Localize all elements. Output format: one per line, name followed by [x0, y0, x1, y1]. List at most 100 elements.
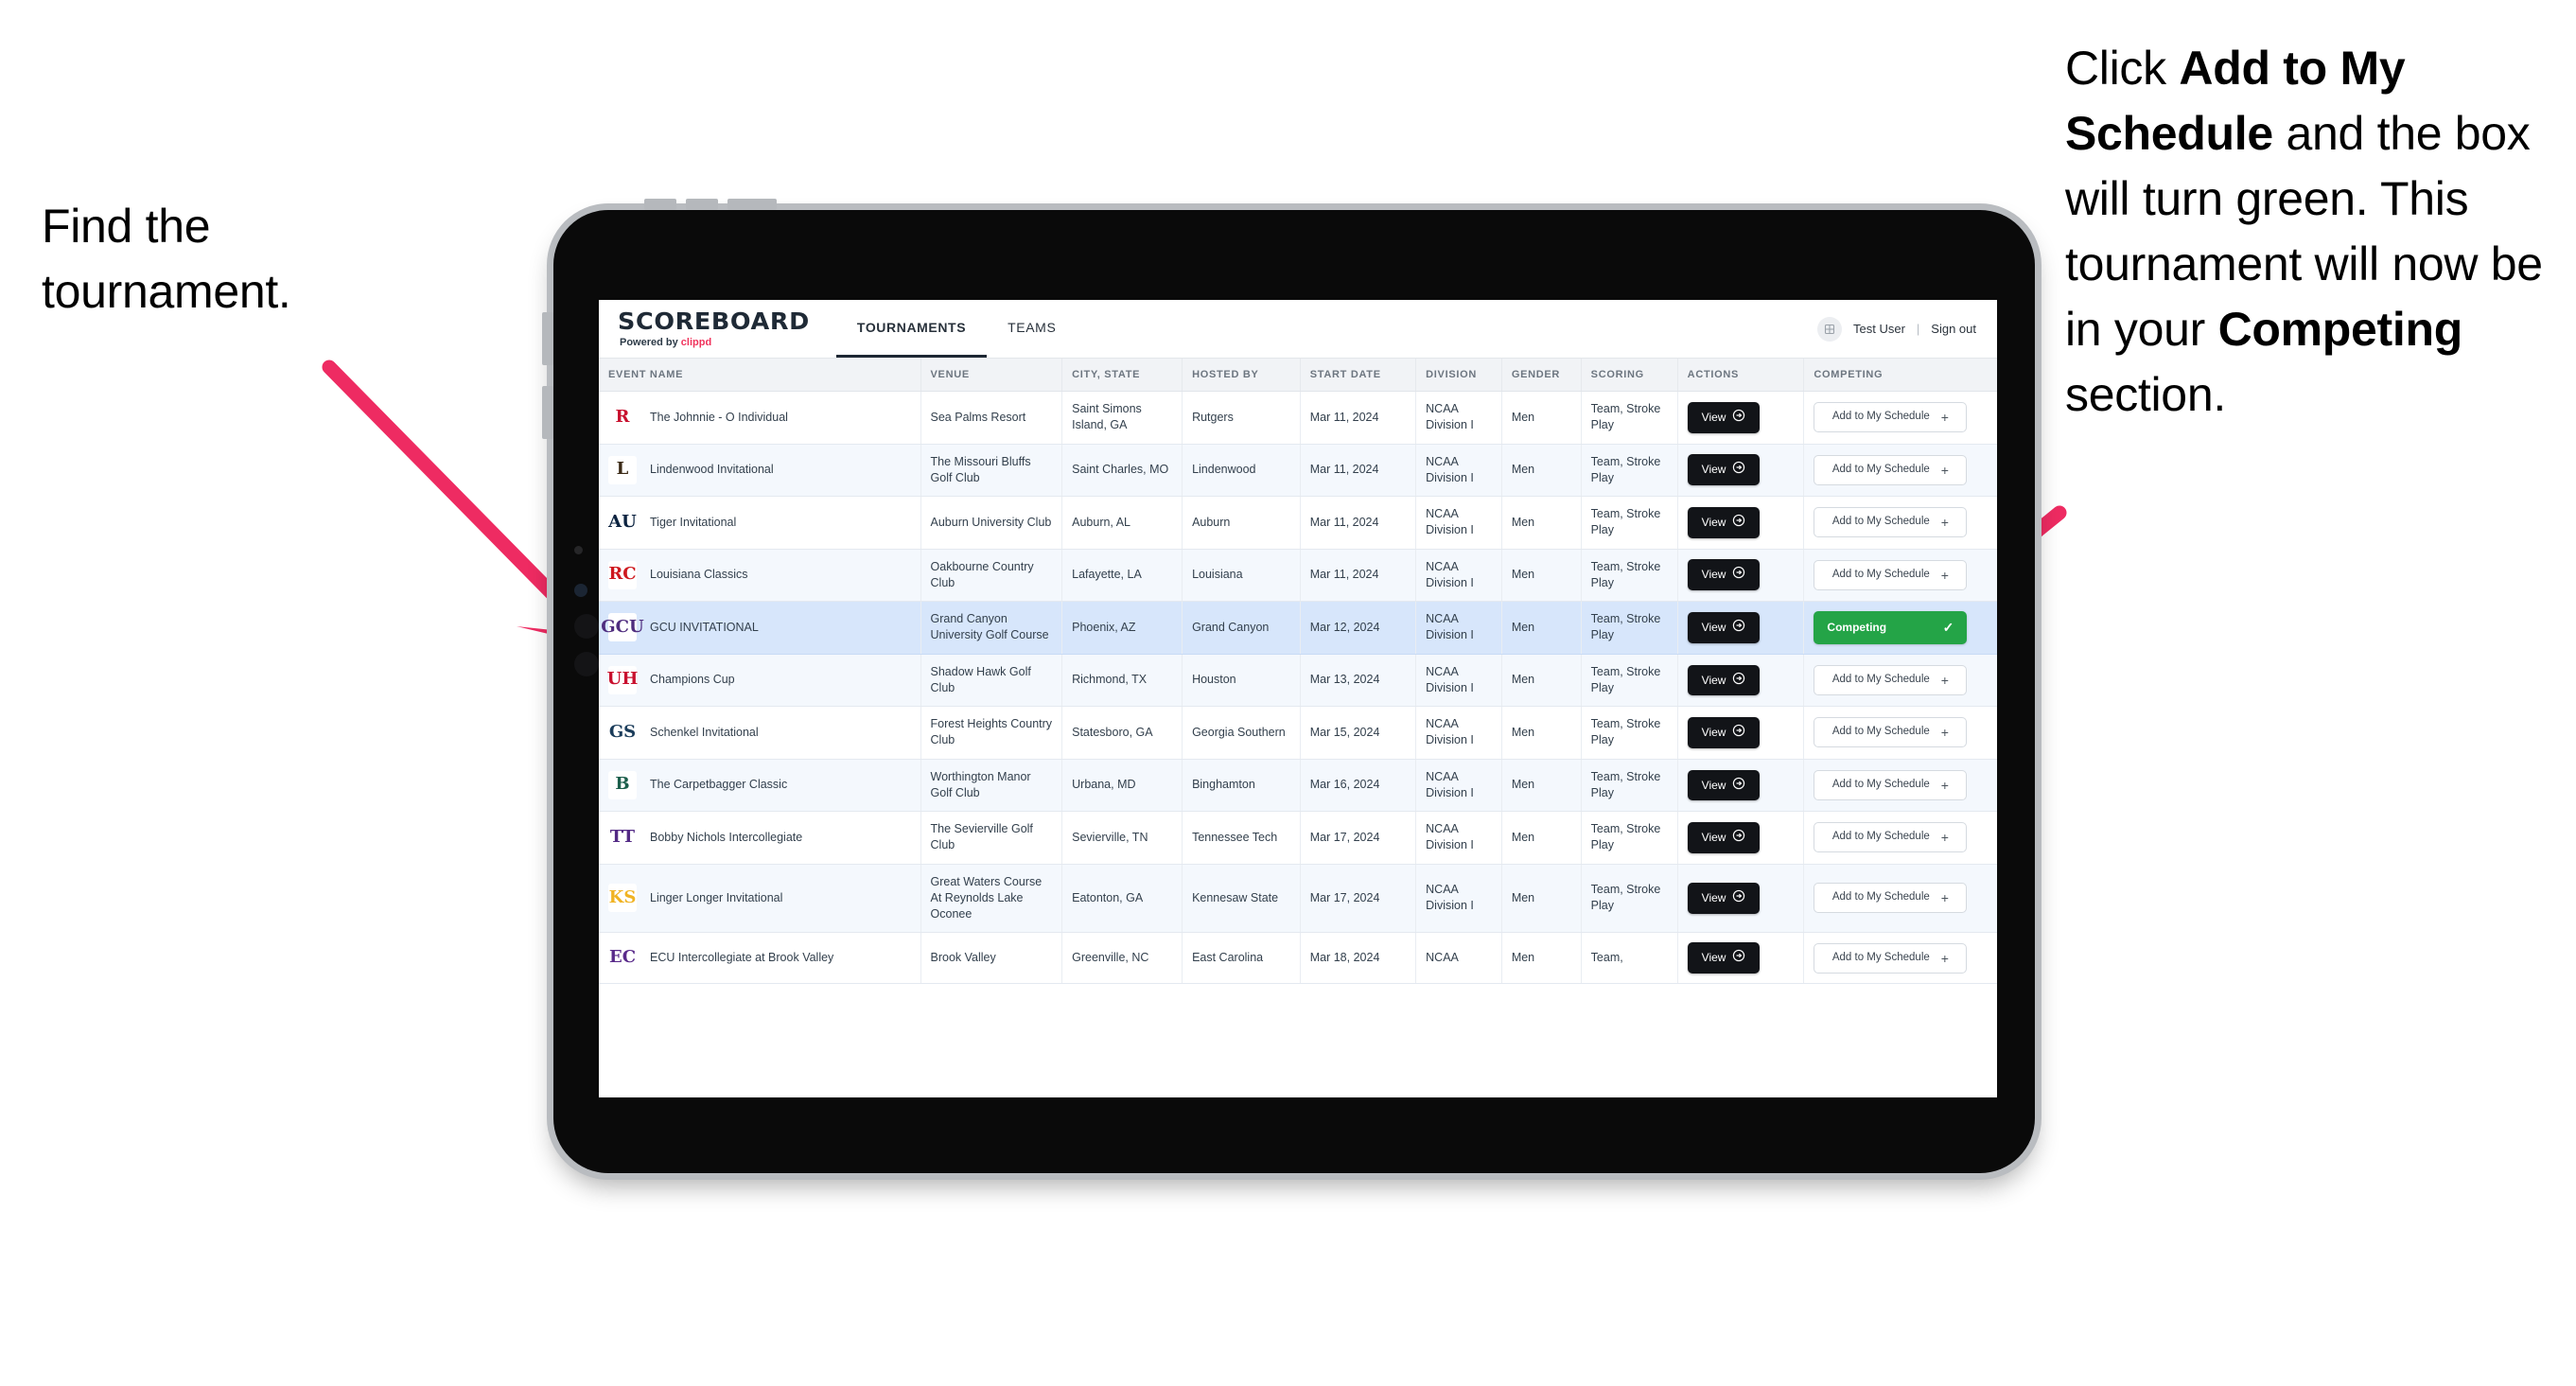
- view-label: View: [1701, 621, 1726, 634]
- cell-hosted-by: Auburn: [1182, 496, 1301, 550]
- event-name-wrap: UH Champions Cup: [607, 665, 911, 694]
- col-start-date[interactable]: START DATE: [1300, 359, 1417, 392]
- cell-city-state: Phoenix, AZ: [1061, 601, 1183, 655]
- cell-actions: View: [1677, 864, 1805, 934]
- col-venue[interactable]: VENUE: [920, 359, 1063, 392]
- cell-actions: View: [1677, 759, 1805, 813]
- annotation-right: Click Add to My Schedule and the box wil…: [2065, 36, 2576, 428]
- table-row[interactable]: AU Tiger Invitational Auburn University …: [599, 496, 1997, 550]
- cell-venue: The Sevierville Golf Club: [920, 811, 1063, 865]
- view-button[interactable]: View: [1687, 612, 1761, 643]
- cell-venue: Grand Canyon University Golf Course: [920, 601, 1063, 655]
- plus-icon: +: [1940, 672, 1949, 688]
- col-competing[interactable]: COMPETING: [1803, 359, 1997, 392]
- cell-hosted-by: Louisiana: [1182, 549, 1301, 602]
- tablet-top-button-1[interactable]: [644, 199, 676, 210]
- tablet-volume-up-button[interactable]: [542, 312, 553, 365]
- col-hosted-by[interactable]: HOSTED BY: [1182, 359, 1301, 392]
- event-name-label: Tiger Invitational: [650, 515, 737, 529]
- competing-badge[interactable]: Competing ✓: [1814, 611, 1968, 644]
- cell-actions: View: [1677, 654, 1805, 708]
- tab-tournaments[interactable]: TOURNAMENTS: [835, 300, 988, 358]
- tablet-speaker-hole-2: [574, 652, 599, 676]
- cell-competing: Add to My Schedule +: [1803, 811, 1997, 865]
- competing-label: Competing: [1827, 621, 1887, 634]
- add-to-my-schedule-button[interactable]: Add to My Schedule +: [1814, 769, 1968, 800]
- col-scoring[interactable]: SCORING: [1581, 359, 1678, 392]
- table-row[interactable]: RC Louisiana Classics Oakbourne Country …: [599, 549, 1997, 602]
- tab-teams[interactable]: TEAMS: [987, 300, 1077, 358]
- table-row[interactable]: EC ECU Intercollegiate at Brook Valley B…: [599, 932, 1997, 984]
- table-row[interactable]: R The Johnnie - O Individual Sea Palms R…: [599, 391, 1997, 445]
- col-division[interactable]: DIVISION: [1415, 359, 1502, 392]
- view-label: View: [1701, 673, 1726, 687]
- event-name-label: Bobby Nichols Intercollegiate: [650, 830, 803, 844]
- add-to-my-schedule-button[interactable]: Add to My Schedule +: [1814, 883, 1968, 914]
- table-row[interactable]: GS Schenkel Invitational Forest Heights …: [599, 706, 1997, 760]
- add-to-my-schedule-button[interactable]: Add to My Schedule +: [1814, 507, 1968, 538]
- plus-icon: +: [1940, 462, 1949, 478]
- view-button[interactable]: View: [1687, 717, 1761, 748]
- table-row[interactable]: GCU GCU INVITATIONAL Grand Canyon Univer…: [599, 601, 1997, 655]
- tournaments-table: EVENT NAME VENUE CITY, STATE HOSTED BY S…: [599, 359, 1997, 984]
- tablet-volume-down-button[interactable]: [542, 386, 553, 439]
- tablet-device: SCOREBOARD Powered by clippd TOURNAMENTS…: [542, 199, 2035, 1173]
- col-city-state[interactable]: CITY, STATE: [1061, 359, 1183, 392]
- add-to-my-schedule-button[interactable]: Add to My Schedule +: [1814, 822, 1968, 853]
- view-button[interactable]: View: [1687, 559, 1761, 591]
- team-logo-icon: KS: [608, 884, 637, 913]
- user-avatar-icon[interactable]: [1817, 316, 1842, 342]
- cell-competing: Add to My Schedule +: [1803, 444, 1997, 497]
- cell-hosted-by: Houston: [1182, 654, 1301, 708]
- cell-gender: Men: [1501, 444, 1582, 497]
- view-button[interactable]: View: [1687, 822, 1761, 853]
- cell-venue: Forest Heights Country Club: [920, 706, 1063, 760]
- add-to-my-schedule-button[interactable]: Add to My Schedule +: [1814, 454, 1968, 485]
- view-button[interactable]: View: [1687, 883, 1761, 914]
- team-logo-icon: EC: [608, 943, 637, 973]
- sign-out-link[interactable]: Sign out: [1931, 322, 1976, 336]
- tablet-power-button[interactable]: [727, 199, 777, 210]
- add-to-my-schedule-button[interactable]: Add to My Schedule +: [1814, 942, 1968, 974]
- team-logo-icon: RC: [608, 560, 637, 589]
- cell-gender: Men: [1501, 549, 1582, 602]
- add-to-my-schedule-button[interactable]: Add to My Schedule +: [1814, 664, 1968, 695]
- tablet-top-button-2[interactable]: [686, 199, 718, 210]
- view-button[interactable]: View: [1687, 506, 1761, 538]
- view-label: View: [1701, 726, 1726, 740]
- event-name-wrap: R The Johnnie - O Individual: [608, 403, 911, 432]
- table-row[interactable]: KS Linger Longer Invitational Great Wate…: [599, 864, 1997, 934]
- view-button[interactable]: View: [1687, 769, 1761, 801]
- cell-actions: View: [1677, 549, 1805, 602]
- table-row[interactable]: TT Bobby Nichols Intercollegiate The Sev…: [599, 811, 1997, 865]
- cell-actions: View: [1677, 496, 1805, 550]
- event-name-label: ECU Intercollegiate at Brook Valley: [650, 950, 834, 964]
- cell-scoring: Team, Stroke Play: [1581, 549, 1678, 602]
- tablet-speaker-hole-1: [574, 614, 599, 639]
- view-button[interactable]: View: [1687, 664, 1761, 696]
- add-to-my-schedule-button[interactable]: Add to My Schedule +: [1814, 717, 1968, 748]
- view-button[interactable]: View: [1687, 942, 1761, 974]
- circle-arrow-right-icon: [1732, 829, 1745, 847]
- view-button[interactable]: View: [1687, 401, 1761, 433]
- table-row[interactable]: UH Champions Cup Shadow Hawk Golf Club R…: [599, 654, 1997, 708]
- table-row[interactable]: L Lindenwood Invitational The Missouri B…: [599, 444, 1997, 497]
- cell-scoring: Team, Stroke Play: [1581, 654, 1678, 708]
- circle-arrow-right-icon: [1732, 409, 1745, 427]
- col-event-name[interactable]: EVENT NAME: [599, 359, 921, 392]
- add-to-my-schedule-button[interactable]: Add to My Schedule +: [1814, 402, 1968, 433]
- col-gender[interactable]: GENDER: [1501, 359, 1582, 392]
- cell-gender: Men: [1501, 654, 1582, 708]
- add-to-my-schedule-button[interactable]: Add to My Schedule +: [1814, 559, 1968, 590]
- brand-logo[interactable]: SCOREBOARD Powered by clippd: [618, 300, 836, 358]
- event-name-label: GCU INVITATIONAL: [650, 620, 759, 634]
- cell-gender: Men: [1501, 496, 1582, 550]
- table-row[interactable]: B The Carpetbagger Classic Worthington M…: [599, 759, 1997, 813]
- team-logo-icon: B: [608, 770, 637, 799]
- team-logo-icon: GS: [608, 718, 637, 747]
- view-button[interactable]: View: [1687, 454, 1761, 486]
- cell-event-name: GCU GCU INVITATIONAL: [599, 601, 921, 655]
- col-actions[interactable]: ACTIONS: [1677, 359, 1805, 392]
- add-to-my-schedule-label: Add to My Schedule: [1831, 891, 1930, 904]
- plus-icon: +: [1940, 950, 1949, 966]
